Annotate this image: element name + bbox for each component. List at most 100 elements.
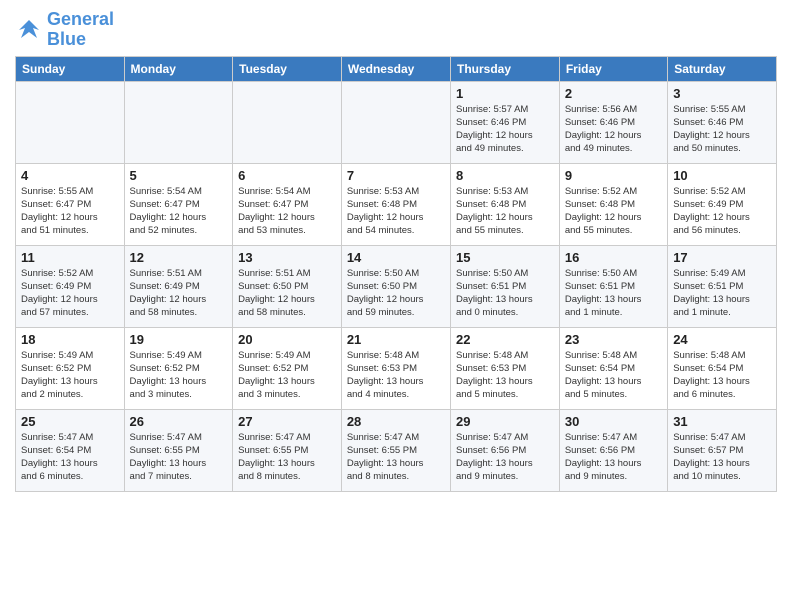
day-info: Sunrise: 5:55 AMSunset: 6:46 PMDaylight:… [673, 103, 771, 156]
calendar-cell [16, 81, 125, 163]
day-info: Sunrise: 5:51 AMSunset: 6:49 PMDaylight:… [130, 267, 228, 320]
day-number: 24 [673, 332, 771, 347]
day-number: 9 [565, 168, 662, 183]
day-number: 17 [673, 250, 771, 265]
day-info: Sunrise: 5:47 AMSunset: 6:54 PMDaylight:… [21, 431, 119, 484]
day-number: 22 [456, 332, 554, 347]
calendar-cell: 12 Sunrise: 5:51 AMSunset: 6:49 PMDayligh… [124, 245, 233, 327]
calendar-cell: 1 Sunrise: 5:57 AMSunset: 6:46 PMDaylight… [451, 81, 560, 163]
weekday-header-saturday: Saturday [668, 56, 777, 81]
calendar-cell: 25 Sunrise: 5:47 AMSunset: 6:54 PMDayligh… [16, 409, 125, 491]
day-number: 18 [21, 332, 119, 347]
calendar-cell: 3 Sunrise: 5:55 AMSunset: 6:46 PMDaylight… [668, 81, 777, 163]
day-info: Sunrise: 5:49 AMSunset: 6:51 PMDaylight:… [673, 267, 771, 320]
day-info: Sunrise: 5:53 AMSunset: 6:48 PMDaylight:… [347, 185, 445, 238]
calendar-cell: 30 Sunrise: 5:47 AMSunset: 6:56 PMDayligh… [559, 409, 667, 491]
day-number: 2 [565, 86, 662, 101]
weekday-header-monday: Monday [124, 56, 233, 81]
calendar-cell: 21 Sunrise: 5:48 AMSunset: 6:53 PMDayligh… [341, 327, 450, 409]
day-number: 11 [21, 250, 119, 265]
calendar-cell: 22 Sunrise: 5:48 AMSunset: 6:53 PMDayligh… [451, 327, 560, 409]
day-info: Sunrise: 5:53 AMSunset: 6:48 PMDaylight:… [456, 185, 554, 238]
day-info: Sunrise: 5:47 AMSunset: 6:56 PMDaylight:… [565, 431, 662, 484]
calendar-cell: 7 Sunrise: 5:53 AMSunset: 6:48 PMDaylight… [341, 163, 450, 245]
day-number: 26 [130, 414, 228, 429]
day-number: 14 [347, 250, 445, 265]
day-info: Sunrise: 5:48 AMSunset: 6:53 PMDaylight:… [456, 349, 554, 402]
day-number: 27 [238, 414, 336, 429]
calendar-cell: 2 Sunrise: 5:56 AMSunset: 6:46 PMDaylight… [559, 81, 667, 163]
calendar-header-row: SundayMondayTuesdayWednesdayThursdayFrid… [16, 56, 777, 81]
day-info: Sunrise: 5:52 AMSunset: 6:49 PMDaylight:… [673, 185, 771, 238]
calendar-cell [341, 81, 450, 163]
day-info: Sunrise: 5:50 AMSunset: 6:50 PMDaylight:… [347, 267, 445, 320]
day-number: 28 [347, 414, 445, 429]
calendar-cell [233, 81, 342, 163]
day-info: Sunrise: 5:48 AMSunset: 6:53 PMDaylight:… [347, 349, 445, 402]
day-number: 5 [130, 168, 228, 183]
day-info: Sunrise: 5:52 AMSunset: 6:48 PMDaylight:… [565, 185, 662, 238]
calendar-cell: 18 Sunrise: 5:49 AMSunset: 6:52 PMDayligh… [16, 327, 125, 409]
calendar-week-4: 18 Sunrise: 5:49 AMSunset: 6:52 PMDayligh… [16, 327, 777, 409]
day-info: Sunrise: 5:56 AMSunset: 6:46 PMDaylight:… [565, 103, 662, 156]
calendar-cell [124, 81, 233, 163]
day-info: Sunrise: 5:52 AMSunset: 6:49 PMDaylight:… [21, 267, 119, 320]
calendar-cell: 19Sunrise: 5:49 AMSunset: 6:52 PMDayligh… [124, 327, 233, 409]
day-number: 30 [565, 414, 662, 429]
day-info: Sunrise: 5:47 AMSunset: 6:56 PMDaylight:… [456, 431, 554, 484]
weekday-header-sunday: Sunday [16, 56, 125, 81]
day-info: Sunrise: 5:50 AMSunset: 6:51 PMDaylight:… [565, 267, 662, 320]
day-info: Sunrise: 5:57 AMSunset: 6:46 PMDaylight:… [456, 103, 554, 156]
calendar-table: SundayMondayTuesdayWednesdayThursdayFrid… [15, 56, 777, 492]
day-info: Sunrise: 5:49 AMSunset: 6:52 PMDaylight:… [238, 349, 336, 402]
day-info: Sunrise: 5:54 AMSunset: 6:47 PMDaylight:… [238, 185, 336, 238]
calendar-cell: 26 Sunrise: 5:47 AMSunset: 6:55 PMDayligh… [124, 409, 233, 491]
calendar-week-3: 11 Sunrise: 5:52 AMSunset: 6:49 PMDayligh… [16, 245, 777, 327]
logo-text: GeneralBlue [47, 10, 114, 50]
weekday-header-wednesday: Wednesday [341, 56, 450, 81]
calendar-cell: 8Sunrise: 5:53 AMSunset: 6:48 PMDaylight… [451, 163, 560, 245]
calendar-cell: 29 Sunrise: 5:47 AMSunset: 6:56 PMDayligh… [451, 409, 560, 491]
day-number: 10 [673, 168, 771, 183]
day-number: 21 [347, 332, 445, 347]
calendar-cell: 10 Sunrise: 5:52 AMSunset: 6:49 PMDayligh… [668, 163, 777, 245]
day-number: 6 [238, 168, 336, 183]
logo-icon [15, 16, 43, 44]
calendar-cell: 6 Sunrise: 5:54 AMSunset: 6:47 PMDaylight… [233, 163, 342, 245]
day-number: 31 [673, 414, 771, 429]
day-info: Sunrise: 5:49 AMSunset: 6:52 PMDaylight:… [21, 349, 119, 402]
day-number: 20 [238, 332, 336, 347]
day-number: 12 [130, 250, 228, 265]
calendar-cell: 9 Sunrise: 5:52 AMSunset: 6:48 PMDaylight… [559, 163, 667, 245]
day-number: 13 [238, 250, 336, 265]
weekday-header-friday: Friday [559, 56, 667, 81]
page-header: GeneralBlue [15, 10, 777, 50]
calendar-week-5: 25 Sunrise: 5:47 AMSunset: 6:54 PMDayligh… [16, 409, 777, 491]
day-number: 23 [565, 332, 662, 347]
calendar-cell: 24Sunrise: 5:48 AMSunset: 6:54 PMDayligh… [668, 327, 777, 409]
calendar-cell: 4Sunrise: 5:55 AMSunset: 6:47 PMDaylight… [16, 163, 125, 245]
day-info: Sunrise: 5:50 AMSunset: 6:51 PMDaylight:… [456, 267, 554, 320]
calendar-body: 1 Sunrise: 5:57 AMSunset: 6:46 PMDaylight… [16, 81, 777, 491]
day-number: 25 [21, 414, 119, 429]
calendar-cell: 17 Sunrise: 5:49 AMSunset: 6:51 PMDayligh… [668, 245, 777, 327]
day-number: 19 [130, 332, 228, 347]
day-number: 1 [456, 86, 554, 101]
day-info: Sunrise: 5:47 AMSunset: 6:55 PMDaylight:… [347, 431, 445, 484]
day-info: Sunrise: 5:47 AMSunset: 6:55 PMDaylight:… [130, 431, 228, 484]
weekday-header-tuesday: Tuesday [233, 56, 342, 81]
calendar-week-1: 1 Sunrise: 5:57 AMSunset: 6:46 PMDaylight… [16, 81, 777, 163]
calendar-cell: 20 Sunrise: 5:49 AMSunset: 6:52 PMDayligh… [233, 327, 342, 409]
day-info: Sunrise: 5:54 AMSunset: 6:47 PMDaylight:… [130, 185, 228, 238]
day-number: 3 [673, 86, 771, 101]
weekday-header-thursday: Thursday [451, 56, 560, 81]
calendar-cell: 28 Sunrise: 5:47 AMSunset: 6:55 PMDayligh… [341, 409, 450, 491]
calendar-cell: 16Sunrise: 5:50 AMSunset: 6:51 PMDayligh… [559, 245, 667, 327]
day-number: 7 [347, 168, 445, 183]
day-number: 4 [21, 168, 119, 183]
calendar-cell: 31Sunrise: 5:47 AMSunset: 6:57 PMDayligh… [668, 409, 777, 491]
calendar-cell: 14 Sunrise: 5:50 AMSunset: 6:50 PMDayligh… [341, 245, 450, 327]
day-info: Sunrise: 5:51 AMSunset: 6:50 PMDaylight:… [238, 267, 336, 320]
day-number: 29 [456, 414, 554, 429]
calendar-cell: 13 Sunrise: 5:51 AMSunset: 6:50 PMDayligh… [233, 245, 342, 327]
